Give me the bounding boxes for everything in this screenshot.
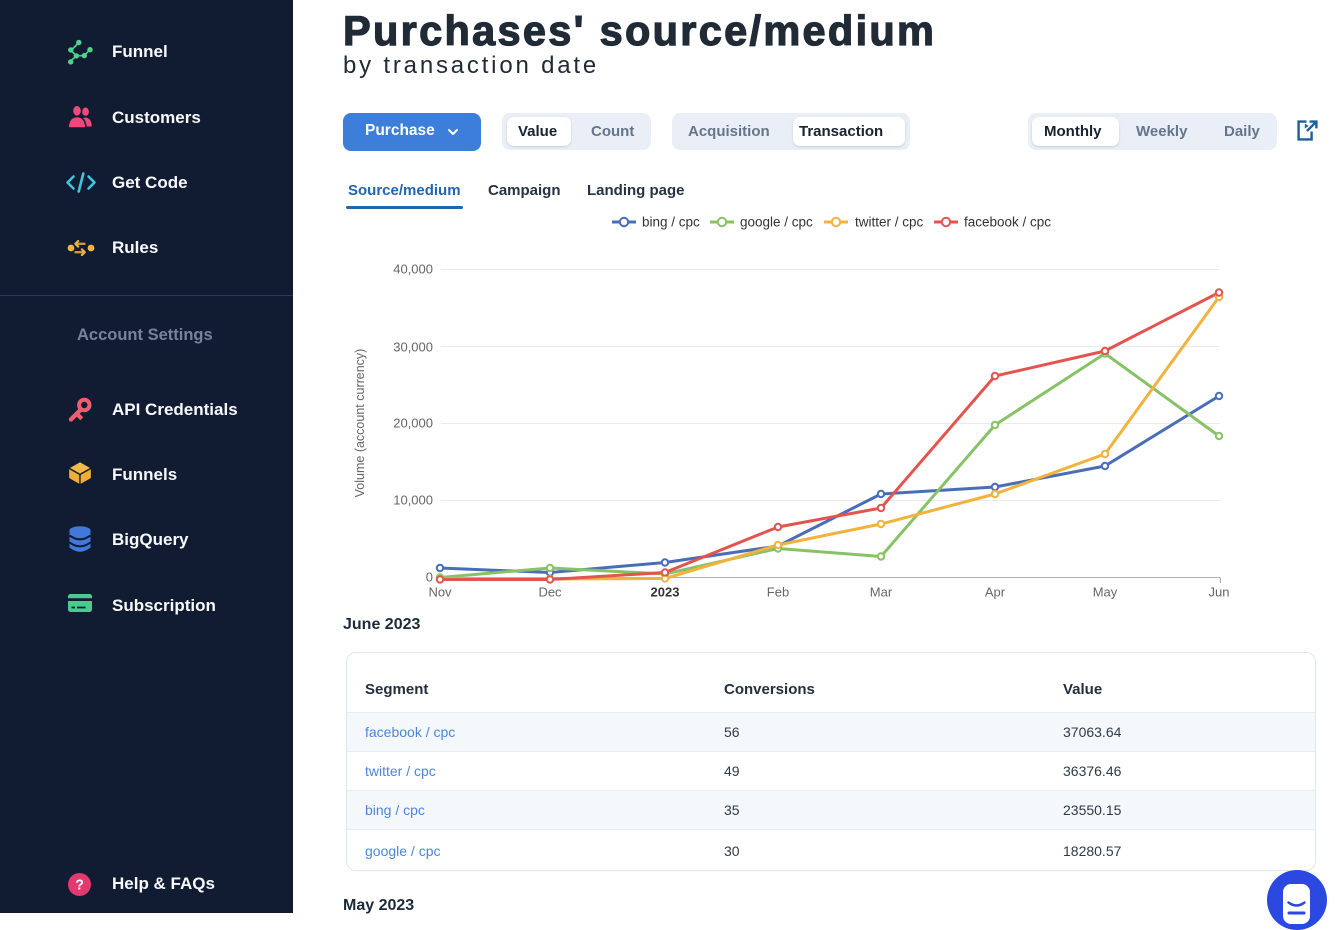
svg-text:2023: 2023 <box>651 585 680 600</box>
svg-text:20,000: 20,000 <box>393 416 433 431</box>
svg-text:twitter / cpc: twitter / cpc <box>855 215 924 230</box>
svg-text:google / cpc: google / cpc <box>740 215 813 230</box>
svg-text:0: 0 <box>426 570 433 585</box>
svg-text:bing / cpc: bing / cpc <box>642 215 700 230</box>
svg-text:Nov: Nov <box>428 585 452 600</box>
svg-text:May: May <box>1093 585 1118 600</box>
svg-text:10,000: 10,000 <box>393 493 433 508</box>
svg-text:Apr: Apr <box>985 585 1006 600</box>
svg-text:Volume (account currency): Volume (account currency) <box>353 349 367 498</box>
svg-text:40,000: 40,000 <box>393 262 433 277</box>
svg-text:Mar: Mar <box>870 585 893 600</box>
svg-text:Dec: Dec <box>538 585 562 600</box>
svg-text:Jun: Jun <box>1209 585 1230 600</box>
svg-text:Feb: Feb <box>767 585 789 600</box>
svg-text:30,000: 30,000 <box>393 340 433 355</box>
svg-text:facebook / cpc: facebook / cpc <box>964 215 1051 230</box>
